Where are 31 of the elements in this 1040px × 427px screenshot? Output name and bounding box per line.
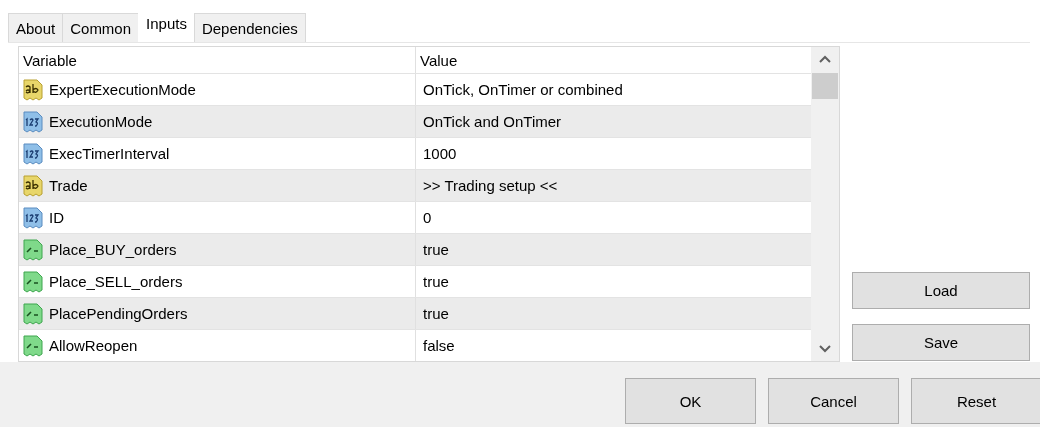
variable-name: ExecutionMode	[49, 113, 153, 130]
variable-name: PlacePendingOrders	[49, 305, 188, 322]
toggle-type-icon	[23, 302, 43, 325]
scroll-down-icon[interactable]	[819, 345, 831, 353]
variable-name: ExecTimerInterval	[49, 145, 170, 162]
scrollbar-thumb[interactable]	[812, 73, 838, 99]
variable-name: ExpertExecutionMode	[49, 81, 196, 98]
text-type-icon	[23, 78, 43, 101]
scroll-up-icon[interactable]	[819, 55, 831, 63]
toggle-type-icon	[23, 238, 43, 261]
scrollbar[interactable]	[811, 47, 839, 361]
dialog-button[interactable]: OK	[625, 378, 756, 424]
variable-name: AllowReopen	[49, 337, 138, 354]
dialog-button[interactable]: Reset	[911, 378, 1040, 424]
variable-name: Trade	[49, 177, 88, 194]
toggle-type-icon	[23, 334, 43, 357]
text-type-icon	[23, 174, 43, 197]
side-button[interactable]: Load	[852, 272, 1030, 309]
variable-name: Place_BUY_orders	[49, 241, 177, 258]
tab[interactable]: Dependencies	[193, 13, 306, 42]
column-header[interactable]: Variable	[19, 47, 415, 73]
dialog-button[interactable]: Cancel	[768, 378, 899, 424]
tab[interactable]: About	[8, 13, 64, 42]
tab[interactable]: Common	[62, 13, 140, 42]
number-type-icon	[23, 142, 43, 165]
variable-name: Place_SELL_orders	[49, 273, 183, 290]
side-button[interactable]: Save	[852, 324, 1030, 361]
toggle-type-icon	[23, 270, 43, 293]
number-type-icon	[23, 206, 43, 229]
number-type-icon	[23, 110, 43, 133]
variable-name: ID	[49, 209, 64, 226]
